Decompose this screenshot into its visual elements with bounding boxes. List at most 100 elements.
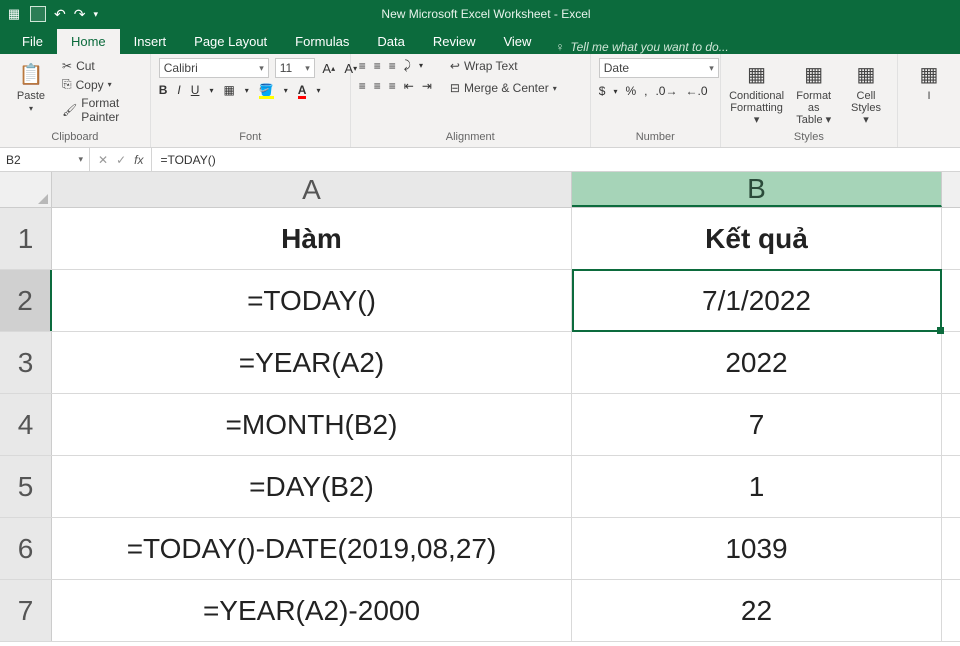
name-box[interactable]: B2▾	[0, 148, 90, 171]
name-box-value: B2	[6, 153, 21, 167]
cell-A5[interactable]: =DAY(B2)	[52, 456, 572, 517]
format-painter-button[interactable]: 🖌Format Painter	[60, 95, 142, 125]
ribbon: 📋 Paste ▾ ✂Cut ⎘ Copy ▾ 🖌Format Painter Cl…	[0, 54, 960, 148]
align-top-icon[interactable]: ≡	[359, 59, 366, 73]
italic-button[interactable]: I	[177, 83, 180, 97]
cell-B1[interactable]: Kết quả	[572, 208, 942, 269]
align-right-icon[interactable]: ≡	[389, 79, 396, 93]
group-label-alignment: Alignment	[359, 129, 582, 145]
insert-cells-button[interactable]: ▦I	[906, 58, 952, 104]
group-styles: ▦ConditionalFormatting ▾ ▦Format asTable…	[721, 54, 898, 147]
align-center-icon[interactable]: ≡	[374, 79, 381, 93]
cell-A2[interactable]: =TODAY()	[52, 270, 572, 331]
increase-decimal-icon[interactable]: .0→	[655, 84, 677, 98]
copy-icon: ⎘	[62, 77, 72, 92]
row-1: 1 Hàm Kết quả	[0, 208, 960, 270]
table-icon: ▦	[800, 60, 828, 88]
align-left-icon[interactable]: ≡	[359, 79, 366, 93]
currency-icon[interactable]: $	[599, 84, 606, 98]
chevron-down-icon: ▾	[29, 104, 33, 113]
decrease-decimal-icon[interactable]: ←.0	[685, 84, 707, 98]
row-6: 6 =TODAY()-DATE(2019,08,27) 1039	[0, 518, 960, 580]
paste-label: Paste	[17, 90, 45, 102]
bold-button[interactable]: B	[159, 83, 168, 97]
row-header-3[interactable]: 3	[0, 332, 52, 393]
underline-button[interactable]: U	[191, 83, 200, 97]
undo-icon[interactable]: ↶	[54, 6, 66, 23]
conditional-formatting-button[interactable]: ▦ConditionalFormatting ▾	[729, 58, 785, 128]
cell-styles-button[interactable]: ▦CellStyles ▾	[843, 58, 889, 128]
column-header-B[interactable]: B	[572, 172, 942, 207]
tell-me-placeholder: Tell me what you want to do...	[570, 40, 728, 54]
tab-insert[interactable]: Insert	[120, 29, 181, 54]
quick-access-toolbar: ▦ ↶ ↷ ▾	[6, 6, 98, 23]
increase-font-icon[interactable]: A▴	[321, 60, 337, 76]
cell-B2[interactable]: 7/1/2022	[572, 270, 942, 331]
cell-B4[interactable]: 7	[572, 394, 942, 455]
tab-page-layout[interactable]: Page Layout	[180, 29, 281, 54]
cond-fmt-label: ConditionalFormatting ▾	[729, 90, 784, 126]
cell-B3[interactable]: 2022	[572, 332, 942, 393]
copy-label: Copy	[76, 78, 104, 92]
font-size-combo[interactable]: 11▾	[275, 58, 315, 78]
increase-indent-icon[interactable]: ⇥	[422, 79, 432, 93]
orientation-icon[interactable]: ⤸	[404, 58, 411, 73]
select-all-button[interactable]	[0, 172, 52, 207]
row-3: 3 =YEAR(A2) 2022	[0, 332, 960, 394]
tab-formulas[interactable]: Formulas	[281, 29, 363, 54]
group-number: Date▾ $▾ % , .0→ ←.0 Number	[591, 54, 721, 147]
title-bar: ▦ ↶ ↷ ▾ New Microsoft Excel Worksheet - …	[0, 0, 960, 28]
wrap-text-button[interactable]: ↩ Wrap Text	[448, 58, 559, 74]
tab-review[interactable]: Review	[419, 29, 490, 54]
formula-bar[interactable]: =TODAY()	[152, 148, 960, 171]
format-as-table-button[interactable]: ▦Format asTable ▾	[790, 58, 837, 128]
tab-home[interactable]: Home	[57, 29, 120, 54]
row-header-2[interactable]: 2	[0, 270, 52, 331]
copy-button[interactable]: ⎘Copy▾	[60, 76, 142, 93]
tab-data[interactable]: Data	[363, 29, 418, 54]
group-label-clipboard: Clipboard	[8, 129, 142, 145]
tab-view[interactable]: View	[489, 29, 545, 54]
cell-B7[interactable]: 22	[572, 580, 942, 641]
cell-A6[interactable]: =TODAY()-DATE(2019,08,27)	[52, 518, 572, 579]
cell-A4[interactable]: =MONTH(B2)	[52, 394, 572, 455]
cell-B6[interactable]: 1039	[572, 518, 942, 579]
tab-file[interactable]: File	[8, 29, 57, 54]
row-header-4[interactable]: 4	[0, 394, 52, 455]
enter-icon[interactable]: ✓	[116, 153, 126, 167]
tell-me-search[interactable]: ♀ Tell me what you want to do...	[545, 40, 738, 54]
row-header-5[interactable]: 5	[0, 456, 52, 517]
redo-icon[interactable]: ↷	[74, 6, 86, 23]
paste-button[interactable]: 📋 Paste ▾	[8, 58, 54, 115]
column-header-A[interactable]: A	[52, 172, 572, 207]
merge-center-button[interactable]: ⊟Merge & Center▾	[448, 80, 559, 96]
number-format-combo[interactable]: Date▾	[599, 58, 719, 78]
align-bottom-icon[interactable]: ≡	[389, 59, 396, 73]
cell-A3[interactable]: =YEAR(A2)	[52, 332, 572, 393]
cut-button[interactable]: ✂Cut	[60, 58, 142, 74]
align-middle-icon[interactable]: ≡	[374, 59, 381, 73]
wrap-text-label: Wrap Text	[464, 59, 518, 73]
font-color-button[interactable]: A	[298, 83, 307, 97]
decrease-indent-icon[interactable]: ⇤	[404, 79, 414, 93]
row-header-6[interactable]: 6	[0, 518, 52, 579]
fill-color-button[interactable]: 🪣	[259, 83, 274, 97]
save-icon[interactable]	[30, 6, 46, 22]
percent-icon[interactable]: %	[625, 84, 636, 98]
cell-A1[interactable]: Hàm	[52, 208, 572, 269]
cancel-icon[interactable]: ✕	[98, 153, 108, 167]
merge-icon: ⊟	[450, 81, 460, 95]
cut-label: Cut	[76, 59, 95, 73]
row-5: 5 =DAY(B2) 1	[0, 456, 960, 518]
border-button[interactable]: ▦	[223, 83, 234, 97]
cell-B5[interactable]: 1	[572, 456, 942, 517]
worksheet-grid[interactable]: A B 1 Hàm Kết quả 2 =TODAY() 7/1/2022 3 …	[0, 172, 960, 646]
row-header-1[interactable]: 1	[0, 208, 52, 269]
wrap-icon: ↩	[450, 59, 460, 73]
row-header-7[interactable]: 7	[0, 580, 52, 641]
group-label-font: Font	[159, 129, 342, 145]
font-name-combo[interactable]: Calibri▾	[159, 58, 269, 78]
cell-A7[interactable]: =YEAR(A2)-2000	[52, 580, 572, 641]
fx-icon[interactable]: fx	[134, 153, 143, 167]
comma-icon[interactable]: ,	[644, 84, 647, 98]
